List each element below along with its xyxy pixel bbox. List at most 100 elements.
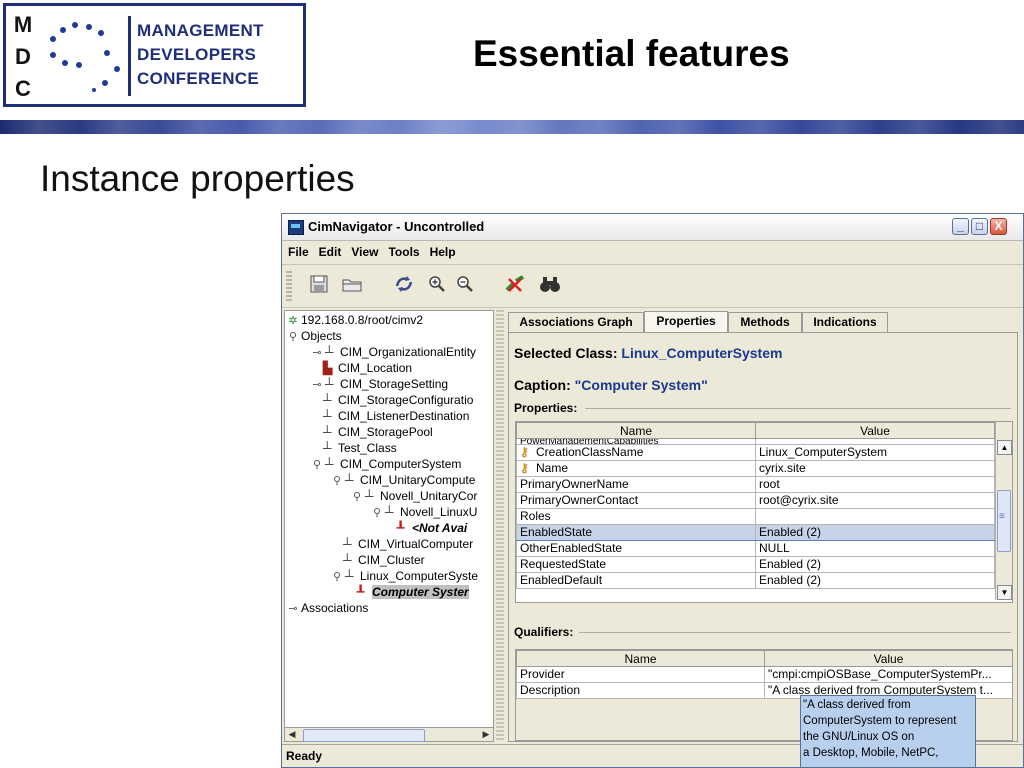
table-row[interactable]: PrimaryOwnerContact root@cyrix.site — [516, 492, 995, 509]
scroll-down-icon[interactable]: ▼ — [997, 585, 1012, 600]
property-value-cell[interactable]: cyrix.site — [755, 460, 995, 477]
expanded-key-icon[interactable]: ⚲ — [311, 457, 323, 473]
tree-node-objects[interactable]: ⚲ Objects — [287, 328, 342, 344]
tree-node-cim-cluster[interactable]: ┴ CIM_Cluster — [343, 552, 425, 568]
tree-node-cim-storagepool[interactable]: ┴ CIM_StoragePool — [323, 424, 433, 440]
logo-line-conference: CONFERENCE — [137, 69, 260, 88]
expanded-key-icon[interactable]: ⚲ — [331, 569, 343, 585]
binoculars-icon[interactable] — [538, 274, 562, 298]
logo-dot — [104, 50, 110, 56]
collapsed-key-icon[interactable]: ⊸ — [287, 601, 299, 617]
tree-node-cim-virtualcomputersystem[interactable]: ┴ CIM_VirtualComputer — [343, 536, 473, 552]
maximize-button[interactable]: □ — [971, 218, 988, 235]
properties-group-label: Properties: — [514, 401, 578, 415]
tree-node-cim-computersystem[interactable]: ⚲ ┴ CIM_ComputerSystem — [311, 456, 461, 472]
property-value-cell[interactable]: Enabled (2) — [755, 524, 995, 541]
tree-horizontal-scrollbar[interactable]: ◀ ▶ — [284, 727, 494, 742]
tree-node-cim-location[interactable]: ▙ CIM_Location — [323, 360, 412, 376]
property-value-cell[interactable]: Linux_ComputerSystem — [755, 444, 995, 461]
tree-root-namespace[interactable]: ✲ 192.168.0.8/root/cimv2 — [287, 312, 423, 328]
expanded-key-icon[interactable]: ⚲ — [351, 489, 363, 505]
properties-header-value[interactable]: Value — [755, 422, 995, 439]
properties-vertical-scrollbar[interactable]: ▲ ▼ — [995, 422, 1012, 600]
scrollbar-thumb[interactable] — [997, 490, 1011, 552]
table-row[interactable]: OtherEnabledState NULL — [516, 540, 995, 557]
logo-dot — [102, 80, 108, 86]
pane-splitter[interactable] — [496, 310, 504, 742]
property-value-cell[interactable]: Enabled (2) — [755, 556, 995, 573]
logo-dot — [92, 88, 96, 92]
object-tree[interactable]: ✲ 192.168.0.8/root/cimv2 ⚲ Objects ⊸ ┴ CIM_O… — [284, 310, 494, 740]
property-value-cell[interactable]: NULL — [755, 540, 995, 557]
tree-node-novell-linuxunitarycomputersystem[interactable]: ⚲ ┴ Novell_LinuxU — [371, 504, 477, 520]
property-value-cell[interactable] — [755, 508, 995, 525]
tree-node-cim-unitarycomputersystem[interactable]: ⚲ ┴ CIM_UnitaryCompute — [331, 472, 475, 488]
tree-instance-not-available[interactable]: ┸ <Not Avai — [397, 520, 467, 536]
disconnect-icon[interactable] — [503, 274, 527, 298]
class-icon: ┴ — [325, 457, 334, 471]
table-row[interactable]: ⚷ Name cyrix.site — [516, 460, 995, 477]
table-row[interactable]: EnabledDefault Enabled (2) — [516, 572, 995, 589]
tab-properties[interactable]: Properties — [644, 311, 728, 332]
logo-words: MANAGEMENT DEVELOPERS CONFERENCE — [137, 20, 287, 90]
menu-file[interactable]: File — [288, 242, 309, 262]
table-row[interactable]: PrimaryOwnerName root — [516, 476, 995, 493]
class-icon: ┴ — [323, 393, 332, 407]
tab-associations-graph[interactable]: Associations Graph — [508, 312, 644, 332]
scroll-left-icon[interactable]: ◀ — [285, 728, 299, 741]
menu-tools[interactable]: Tools — [388, 242, 419, 262]
expanded-key-icon[interactable]: ⚲ — [371, 505, 383, 521]
table-row[interactable]: ⚷ CreationClassName Linux_ComputerSystem — [516, 444, 995, 461]
tree-node-novell-unitarycomputersystem[interactable]: ⚲ ┴ Novell_UnitaryCor — [351, 488, 477, 504]
tree-node-test-class[interactable]: ┴ Test_Class — [323, 440, 397, 456]
tree-node-cim-organizationalentity[interactable]: ⊸ ┴ CIM_OrganizationalEntity — [311, 344, 476, 360]
table-row[interactable]: Roles — [516, 508, 995, 525]
class-icon: ┴ — [385, 505, 394, 519]
tree-node-cim-storageconfiguration[interactable]: ┴ CIM_StorageConfiguratio — [323, 392, 473, 408]
scroll-right-icon[interactable]: ▶ — [479, 728, 493, 741]
minimize-button[interactable]: _ — [952, 218, 969, 235]
menu-help[interactable]: Help — [430, 242, 456, 262]
header-banner — [0, 120, 1024, 134]
open-folder-icon[interactable] — [340, 274, 364, 298]
expanded-key-icon[interactable]: ⚲ — [331, 473, 343, 489]
logo-dot — [60, 27, 66, 33]
tree-node-linux-computersystem[interactable]: ⚲ ┴ Linux_ComputerSyste — [331, 568, 478, 584]
qualifier-value-cell[interactable]: "cmpi:cmpiOSBase_ComputerSystemPr... — [764, 666, 1012, 683]
tree-node-cim-storagesetting[interactable]: ⊸ ┴ CIM_StorageSetting — [311, 376, 448, 392]
table-row-selected[interactable]: EnabledState Enabled (2) — [516, 524, 995, 541]
expand-key-icon[interactable]: ⚲ — [287, 329, 299, 345]
selected-class-value: Linux_ComputerSystem — [621, 345, 783, 361]
close-button[interactable]: X — [990, 218, 1007, 235]
property-value-cell[interactable]: root@cyrix.site — [755, 492, 995, 509]
menu-view[interactable]: View — [351, 242, 378, 262]
qualifiers-header-value[interactable]: Value — [764, 650, 1012, 667]
table-row[interactable]: Provider "cmpi:cmpiOSBase_ComputerSystem… — [516, 666, 1012, 683]
tree-instance-computer-system[interactable]: ┸ Computer Syster — [357, 584, 469, 600]
logo-dot — [86, 24, 92, 30]
property-value-cell[interactable]: root — [755, 476, 995, 493]
save-icon[interactable] — [307, 274, 331, 298]
property-name-cell: RequestedState — [516, 556, 756, 573]
tab-methods[interactable]: Methods — [728, 312, 802, 332]
tooltip-line: a Desktop, Mobile, NetPC, — [803, 747, 939, 759]
refresh-icon[interactable] — [392, 274, 416, 298]
table-row[interactable]: RequestedState Enabled (2) — [516, 556, 995, 573]
collapsed-key-icon[interactable]: ⊸ — [311, 345, 323, 361]
properties-header-name[interactable]: Name — [516, 422, 756, 439]
property-value-cell[interactable]: Enabled (2) — [755, 572, 995, 589]
zoom-in-icon[interactable] — [425, 274, 449, 298]
tree-node-associations[interactable]: ⊸ Associations — [287, 600, 368, 616]
collapsed-key-icon[interactable]: ⊸ — [311, 377, 323, 393]
scrollbar-thumb[interactable] — [303, 729, 425, 742]
zoom-out-icon[interactable] — [453, 274, 477, 298]
menu-edit[interactable]: Edit — [319, 242, 342, 262]
tree-node-cim-listenerdestination[interactable]: ┴ CIM_ListenerDestination — [323, 408, 469, 424]
qualifiers-header-name[interactable]: Name — [516, 650, 765, 667]
class-icon: ┴ — [323, 441, 332, 455]
toolbar-grip-icon[interactable] — [286, 271, 292, 301]
window-titlebar[interactable]: CimNavigator - Uncontrolled _ □ X — [282, 214, 1023, 241]
tab-indications[interactable]: Indications — [802, 312, 888, 332]
scroll-up-icon[interactable]: ▲ — [997, 440, 1012, 455]
class-icon: ┴ — [345, 473, 354, 487]
